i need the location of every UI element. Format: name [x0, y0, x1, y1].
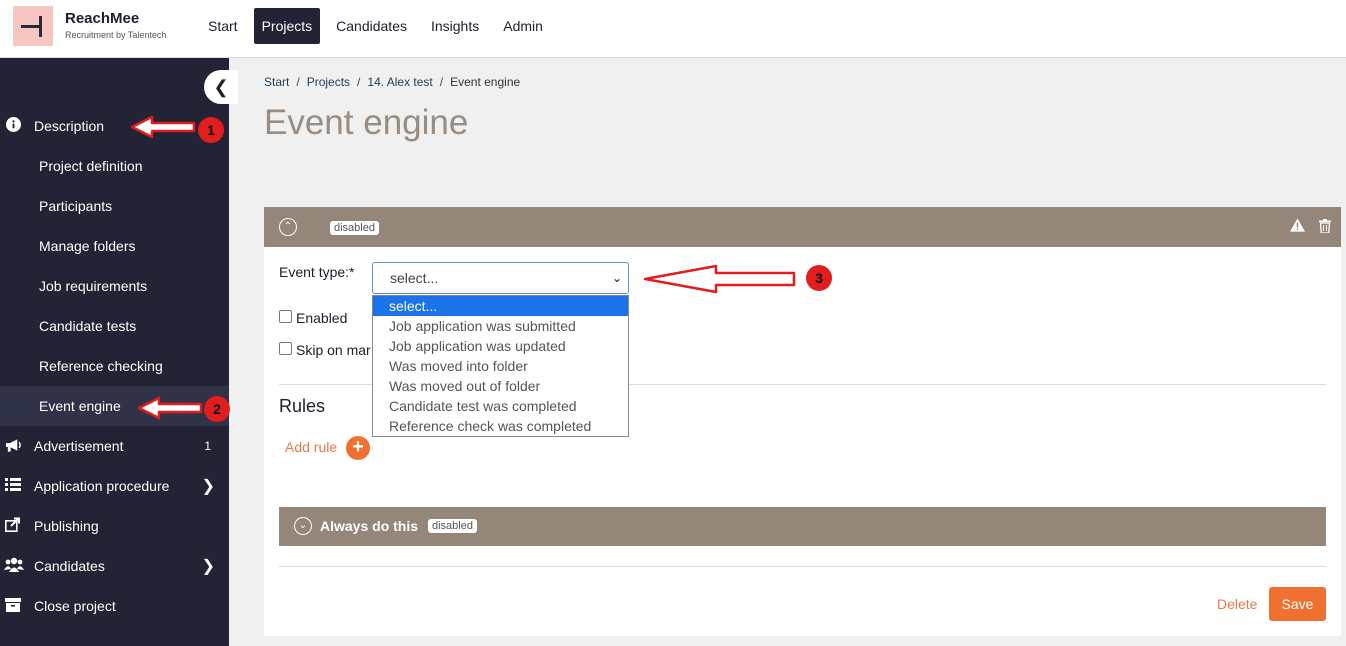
dropdown-option[interactable]: Job application was submitted — [373, 316, 628, 336]
dropdown-option[interactable]: Job application was updated — [373, 336, 628, 356]
enabled-label: Enabled — [296, 310, 348, 326]
dropdown-option[interactable]: Candidate test was completed — [373, 396, 628, 416]
annotation-arrow-2 — [137, 396, 203, 420]
annotation-number-3: 3 — [806, 265, 832, 291]
sidebar-item-label: Event engine — [39, 398, 121, 414]
breadcrumb-current: Event engine — [450, 75, 521, 89]
sidebar-item-candidate-tests[interactable]: Candidate tests — [0, 306, 229, 346]
nav-candidates[interactable]: Candidates — [328, 8, 415, 44]
breadcrumb-separator: / — [296, 75, 300, 89]
reachmee-logo[interactable] — [13, 6, 53, 46]
nav-insights[interactable]: Insights — [423, 8, 487, 44]
breadcrumb-separator: / — [357, 75, 361, 89]
breadcrumb-separator: / — [439, 75, 444, 89]
sidebar-item-label: Application procedure — [34, 478, 170, 494]
chevron-down-icon: ⌄ — [298, 520, 308, 531]
sidebar-item-label: Candidate tests — [39, 318, 137, 334]
status-badge: disabled — [330, 221, 379, 235]
annotation-arrow-1 — [130, 115, 196, 139]
chevron-up-icon: ⌃ — [283, 221, 293, 232]
annotation-number-2: 2 — [204, 396, 230, 422]
users-icon — [4, 557, 24, 575]
dropdown-option[interactable]: Was moved into folder — [373, 356, 628, 376]
sidebar-item-job-requirements[interactable]: Job requirements — [0, 266, 229, 306]
count-badge: 1 — [204, 439, 211, 453]
chevron-left-icon: ❮ — [213, 77, 229, 97]
sidebar-item-label: Job requirements — [39, 278, 148, 294]
sidebar-collapse-button[interactable]: ❮ — [204, 70, 238, 104]
add-rule-link[interactable]: Add rule — [285, 439, 337, 455]
nav-projects[interactable]: Projects — [253, 8, 321, 44]
megaphone-icon — [4, 438, 22, 455]
sidebar-item-manage-folders[interactable]: Manage folders — [0, 226, 229, 266]
sidebar-item-label: Publishing — [34, 518, 99, 534]
always-do-this-title: Always do this — [320, 518, 419, 534]
skip-label: Skip on mar — [296, 342, 371, 358]
nav-admin[interactable]: Admin — [495, 8, 551, 44]
top-bar: ReachMee Recruitment by Talentech Start … — [0, 0, 1346, 58]
sidebar-item-reference-checking[interactable]: Reference checking — [0, 346, 229, 386]
dropdown-option[interactable]: Was moved out of folder — [373, 376, 628, 396]
event-card-header: ⌃ disabled — [264, 207, 1341, 247]
page-title: Event engine — [264, 103, 469, 142]
sidebar-item-label: Candidates — [34, 558, 105, 574]
info-icon — [4, 117, 22, 135]
nav-start[interactable]: Start — [200, 8, 246, 44]
annotation-arrow-3 — [643, 264, 796, 294]
select-value: select... — [390, 270, 439, 286]
sidebar-item-advertisement[interactable]: Advertisement 1 — [0, 426, 229, 466]
sidebar-item-label: Participants — [39, 198, 113, 214]
expand-always-button[interactable]: ⌄ — [294, 517, 312, 535]
sidebar-item-participants[interactable]: Participants — [0, 186, 229, 226]
chevron-right-icon: ❯ — [201, 558, 215, 575]
annotation-number-1: 1 — [198, 117, 224, 143]
sidebar-item-candidates[interactable]: Candidates ❯ — [0, 546, 229, 586]
skip-checkbox[interactable] — [279, 342, 292, 355]
always-do-this-section[interactable]: ⌄ Always do this disabled — [279, 507, 1326, 546]
divider — [279, 566, 1326, 567]
breadcrumb-start[interactable]: Start — [264, 75, 289, 89]
event-type-select[interactable]: select... ⌄ — [372, 262, 629, 294]
brand-name: ReachMee — [65, 10, 140, 27]
sidebar: ❮ Description Project definition Partici… — [0, 58, 238, 646]
enabled-checkbox[interactable] — [279, 310, 292, 323]
trash-icon[interactable] — [1319, 219, 1331, 236]
warning-icon — [1290, 218, 1305, 235]
rules-title: Rules — [279, 396, 326, 416]
dropdown-option[interactable]: select... — [373, 296, 628, 316]
collapse-event-button[interactable]: ⌃ — [279, 218, 297, 236]
event-card: ⌃ disabled Event type:* select... ⌄ sele… — [264, 207, 1341, 636]
save-button[interactable]: Save — [1269, 587, 1326, 621]
sidebar-item-publishing[interactable]: Publishing — [0, 506, 229, 546]
sidebar-item-label: Advertisement — [34, 438, 124, 454]
list-icon — [4, 477, 22, 495]
main-nav: Start Projects Candidates Insights Admin — [200, 8, 559, 44]
dropdown-option[interactable]: Reference check was completed — [373, 416, 628, 436]
event-type-dropdown: select... Job application was submitted … — [372, 295, 629, 437]
delete-link[interactable]: Delete — [1217, 596, 1257, 612]
status-badge: disabled — [428, 519, 477, 533]
breadcrumb: Start / Projects / 14. Alex test / Event engin… — [264, 75, 520, 89]
sidebar-item-project-definition[interactable]: Project definition — [0, 146, 229, 186]
breadcrumb-projects[interactable]: Projects — [307, 75, 350, 89]
sidebar-item-label: Manage folders — [39, 238, 136, 254]
sidebar-item-label: Close project — [34, 598, 116, 614]
chevron-right-icon: ❯ — [201, 478, 215, 495]
chevron-down-icon: ⌄ — [611, 271, 622, 285]
add-rule-button[interactable]: + — [346, 436, 370, 460]
sidebar-item-close-project[interactable]: Close project — [0, 586, 229, 626]
sidebar-item-application-procedure[interactable]: Application procedure ❯ — [0, 466, 229, 506]
plus-icon: + — [352, 436, 364, 458]
share-icon — [4, 517, 22, 535]
brand-tagline: Recruitment by Talentech — [65, 30, 167, 40]
breadcrumb-project[interactable]: 14. Alex test — [367, 75, 432, 89]
sidebar-item-label: Reference checking — [39, 358, 163, 374]
archive-icon — [4, 597, 22, 615]
event-type-label: Event type:* — [279, 264, 355, 280]
sidebar-item-label: Description — [34, 118, 105, 134]
sidebar-item-label: Project definition — [39, 158, 143, 174]
